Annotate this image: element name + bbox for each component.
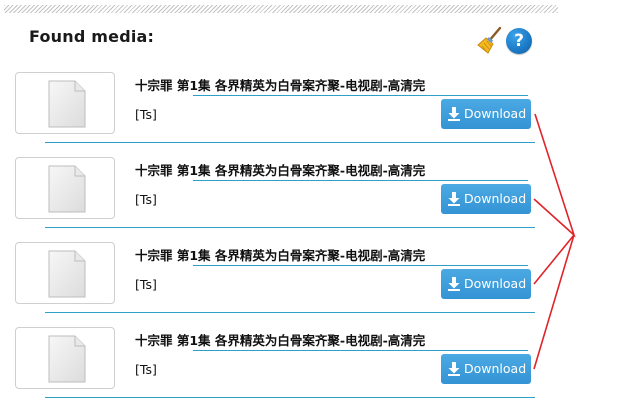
download-label: Download [464, 191, 527, 206]
broom-icon[interactable] [476, 26, 504, 54]
media-title: 十宗罪 第1集 各界精英为白骨案齐聚-电视剧-高清完 [135, 333, 426, 348]
item-divider [45, 397, 535, 398]
media-title: 十宗罪 第1集 各界精英为白骨案齐聚-电视剧-高清完 [135, 78, 426, 93]
download-arrow-icon [448, 277, 460, 291]
file-icon [48, 335, 86, 383]
file-icon [48, 250, 86, 298]
title-divider [193, 265, 528, 266]
media-panel: Found media: ? 十宗罪 第1集 各界精英为白骨案齐聚-电视剧-高清… [0, 0, 624, 407]
download-label: Download [464, 361, 527, 376]
download-button[interactable]: Download [441, 184, 531, 214]
media-item: 十宗罪 第1集 各界精英为白骨案齐聚-电视剧-高清完 [Ts] Download [15, 72, 535, 157]
item-divider [45, 227, 535, 228]
download-button[interactable]: Download [441, 269, 531, 299]
media-format: [Ts] [135, 192, 157, 207]
media-format: [Ts] [135, 107, 157, 122]
media-format: [Ts] [135, 362, 157, 377]
help-icon[interactable]: ? [506, 28, 532, 54]
media-thumbnail [15, 157, 115, 219]
title-divider [193, 180, 528, 181]
title-divider [193, 95, 528, 96]
top-hatch-border [4, 5, 558, 13]
download-arrow-icon [448, 192, 460, 206]
media-item: 十宗罪 第1集 各界精英为白骨案齐聚-电视剧-高清完 [Ts] Download [15, 327, 535, 407]
media-title: 十宗罪 第1集 各界精英为白骨案齐聚-电视剧-高清完 [135, 248, 426, 263]
title-divider [193, 350, 528, 351]
download-arrow-icon [448, 362, 460, 376]
media-thumbnail [15, 72, 115, 134]
download-label: Download [464, 106, 527, 121]
file-icon [48, 80, 86, 128]
media-title: 十宗罪 第1集 各界精英为白骨案齐聚-电视剧-高清完 [135, 163, 426, 178]
download-button[interactable]: Download [441, 99, 531, 129]
item-divider [45, 312, 535, 313]
media-item: 十宗罪 第1集 各界精英为白骨案齐聚-电视剧-高清完 [Ts] Download [15, 242, 535, 327]
media-format: [Ts] [135, 277, 157, 292]
media-item: 十宗罪 第1集 各界精英为白骨案齐聚-电视剧-高清完 [Ts] Download [15, 157, 535, 242]
download-label: Download [464, 276, 527, 291]
item-divider [45, 142, 535, 143]
file-icon [48, 165, 86, 213]
panel-title: Found media: [29, 27, 155, 46]
download-arrow-icon [448, 107, 460, 121]
media-thumbnail [15, 242, 115, 304]
download-button[interactable]: Download [441, 354, 531, 384]
media-thumbnail [15, 327, 115, 389]
